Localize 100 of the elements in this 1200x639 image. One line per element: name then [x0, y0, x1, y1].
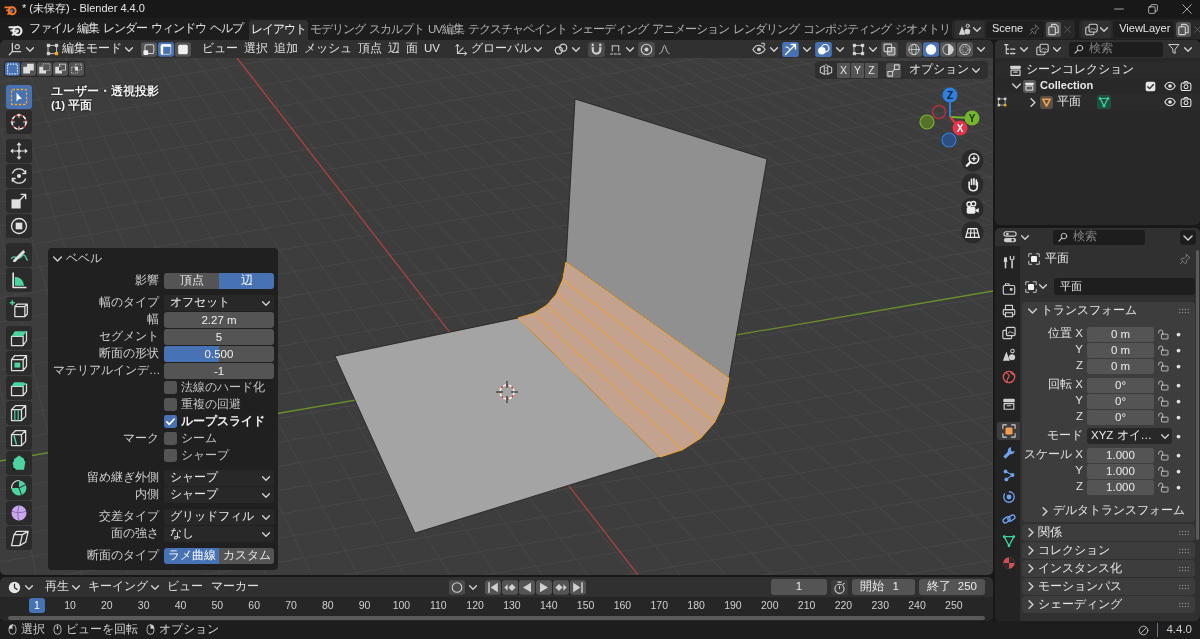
grid-icon[interactable]: [961, 221, 984, 244]
caret-icon[interactable]: [836, 46, 844, 52]
menu-item[interactable]: ビュー: [199, 40, 241, 58]
caret-icon[interactable]: [1100, 26, 1109, 32]
caret-icon[interactable]: [262, 514, 270, 520]
dropdown-field[interactable]: シャープ: [164, 487, 274, 503]
menu-item[interactable]: ヘルプ: [208, 20, 245, 38]
chevron-right-icon[interactable]: [1042, 506, 1048, 516]
start-frame-field[interactable]: 開始 1: [852, 579, 915, 595]
checkbox[interactable]: [164, 398, 177, 412]
workspace-tab[interactable]: テクスチャペイント: [466, 20, 569, 40]
workspace-tab[interactable]: レンダリング: [731, 20, 801, 40]
caret-icon[interactable]: [803, 46, 811, 52]
menu-item[interactable]: UV: [421, 40, 443, 58]
magnet-icon[interactable]: [588, 41, 605, 57]
menu-item[interactable]: ビュー: [163, 579, 207, 595]
dot-icon[interactable]: [1176, 382, 1181, 388]
tool-button[interactable]: [6, 110, 32, 134]
number-field[interactable]: 1.000: [1087, 479, 1154, 495]
lock-icon[interactable]: [1158, 465, 1169, 477]
menu-item[interactable]: 追加: [271, 40, 301, 58]
tool-button[interactable]: [6, 426, 32, 450]
dropdown-field[interactable]: オフセット: [164, 295, 274, 311]
panel-header[interactable]: インスタンス化: [1022, 560, 1195, 577]
tool-button[interactable]: [6, 189, 32, 213]
playhead[interactable]: 1: [28, 598, 45, 613]
panel-header[interactable]: トランスフォーム: [1022, 302, 1195, 320]
menu-item[interactable]: キーイング: [84, 579, 163, 595]
lock-icon[interactable]: [1158, 328, 1169, 340]
panel-header[interactable]: モーションパス: [1022, 578, 1195, 595]
solid-circle-icon[interactable]: [923, 41, 939, 57]
menu-item[interactable]: 辺: [385, 40, 403, 58]
axis-toggle[interactable]: X: [837, 62, 850, 78]
tool-button[interactable]: [6, 214, 32, 238]
copy-icon[interactable]: [1176, 21, 1192, 37]
workspace-tab[interactable]: ジオメトリ: [893, 20, 952, 40]
current-frame-field[interactable]: 1: [771, 579, 827, 595]
subpanel-header[interactable]: デルタトランスフォーム: [1022, 502, 1185, 520]
dropdown-field[interactable]: シャープ: [164, 470, 274, 486]
lock-icon[interactable]: [1158, 344, 1169, 356]
menu-item[interactable]: メッシュ: [301, 40, 355, 58]
drag-handle-icon[interactable]: [1179, 308, 1189, 314]
box-icon[interactable]: [1023, 79, 1036, 93]
tool-button[interactable]: [6, 297, 32, 321]
mesh-triangle-icon[interactable]: [1097, 95, 1111, 109]
record-icon[interactable]: [448, 579, 465, 595]
caret-icon[interactable]: [125, 46, 133, 52]
menu-item[interactable]: 頂点: [355, 40, 385, 58]
workspace-tab[interactable]: UV編集: [426, 20, 466, 40]
falloff-curve-icon[interactable]: [659, 43, 670, 55]
drag-handle-icon[interactable]: [1179, 601, 1189, 608]
tree-view-icon[interactable]: [1003, 42, 1016, 56]
caret-icon[interactable]: [262, 475, 270, 481]
caret-icon[interactable]: [1180, 229, 1196, 245]
vertices-square-icon[interactable]: [852, 42, 865, 56]
view-layer-name-field[interactable]: ViewLayer: [1113, 20, 1175, 38]
hand-icon[interactable]: [961, 173, 984, 196]
play-reverse-icon[interactable]: [518, 579, 535, 595]
toggle-option[interactable]: 頂点: [164, 273, 219, 289]
tool-button[interactable]: [6, 139, 32, 163]
caret-icon[interactable]: [1053, 46, 1061, 52]
number-field[interactable]: 0 m: [1087, 342, 1154, 358]
triangle-icon[interactable]: [1040, 95, 1053, 109]
dashed-square-icon[interactable]: [5, 62, 20, 76]
linked-squares-icon[interactable]: [886, 62, 901, 78]
checkbox-label[interactable]: シーム: [181, 432, 217, 446]
dot-icon[interactable]: [1176, 398, 1181, 404]
tree-item[interactable]: Collection: [1040, 79, 1094, 93]
caret-icon[interactable]: [1020, 46, 1028, 52]
merged-squares-icon[interactable]: [21, 62, 36, 76]
chevron-down-icon[interactable]: [53, 256, 62, 262]
checkbox[interactable]: [1145, 80, 1156, 92]
half-filled-circle-icon[interactable]: [940, 41, 956, 57]
dropdown-field[interactable]: なし: [164, 526, 274, 542]
options-dropdown[interactable]: オプション: [905, 62, 984, 78]
search-field[interactable]: 検索: [1069, 41, 1163, 57]
checkbox[interactable]: [164, 381, 177, 395]
tool-button[interactable]: [6, 476, 32, 500]
dot-icon[interactable]: [1176, 452, 1181, 458]
caret-icon[interactable]: [72, 584, 80, 590]
number-field[interactable]: 0°: [1087, 393, 1154, 409]
square-corner-dot-icon[interactable]: [141, 41, 157, 57]
eye-icon[interactable]: [1164, 80, 1176, 92]
number-field[interactable]: 0°: [1087, 377, 1154, 393]
chevron-down-icon[interactable]: [1028, 308, 1037, 314]
caret-icon[interactable]: [262, 492, 270, 498]
vertices-square-icon[interactable]: [997, 97, 1007, 107]
diagonal-arrow-icon[interactable]: [782, 41, 799, 57]
view-layer-selector[interactable]: [1082, 20, 1112, 38]
lock-icon[interactable]: [1158, 360, 1169, 372]
lock-icon[interactable]: [1158, 379, 1169, 391]
menu-item[interactable]: レンダー: [101, 20, 149, 38]
linked-circles-icon[interactable]: [554, 42, 568, 56]
next-keyframe-icon[interactable]: [552, 579, 569, 595]
checkbox[interactable]: [164, 432, 177, 446]
checkbox-label[interactable]: 法線のハード化: [181, 381, 265, 395]
toggle-option[interactable]: ラメ曲線: [164, 548, 219, 564]
panel-header[interactable]: コレクション: [1022, 542, 1195, 559]
lock-icon[interactable]: [1158, 395, 1169, 407]
maximize-icon[interactable]: [1148, 4, 1158, 14]
